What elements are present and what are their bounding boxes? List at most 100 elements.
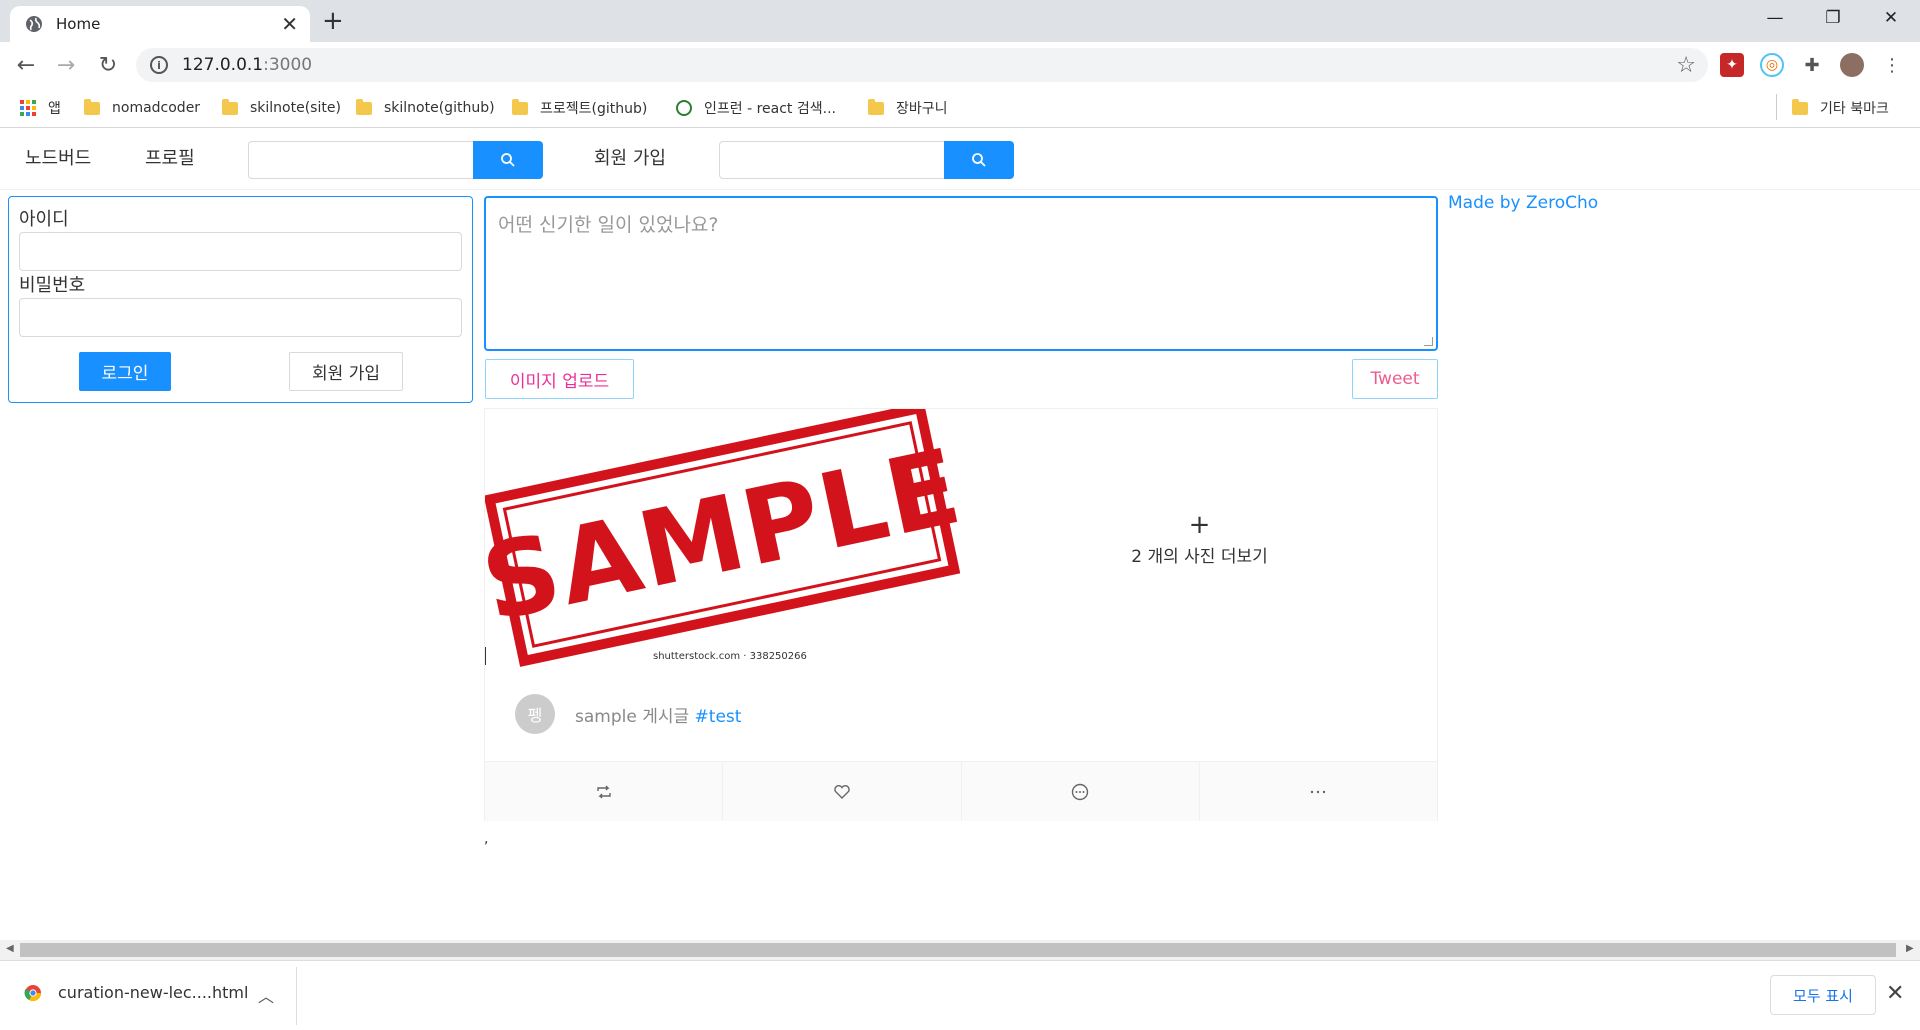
top-menu: 노드버드 프로필 회원 가입 [0,128,1920,190]
tab-strip: Home ✕ + — ❐ ✕ [0,0,1920,42]
post-image[interactable]: SAMPLE shutterstock.com · 338250266 [485,409,960,669]
menu-item-nodebird[interactable]: 노드버드 [25,144,91,170]
password-input[interactable] [19,298,462,337]
window-controls: — ❐ ✕ [1746,0,1920,36]
folder-icon [222,98,238,115]
signup-button[interactable]: 회원 가입 [289,352,403,391]
post-actions [485,761,1437,821]
search-box-1 [248,141,543,179]
search-button[interactable] [944,141,1014,179]
globe-icon [26,16,42,32]
menu-item-profile[interactable]: 프로필 [145,144,195,170]
image-watermark: shutterstock.com · 338250266 [653,651,807,662]
bookmarks-bar: 앱 nomadcoder skilnote(site) skilnote(git… [0,88,1920,128]
bookmarks-divider [1776,94,1777,120]
tweet-button[interactable]: Tweet [1352,359,1438,399]
login-button[interactable]: 로그인 [79,352,171,391]
text-cursor [485,647,486,665]
reload-icon[interactable]: ↻ [94,51,122,79]
sample-stamp: SAMPLE [485,409,960,667]
show-all-button[interactable]: 모두 표시 [1770,975,1876,1015]
retweet-button[interactable] [485,762,724,821]
bookmark-project-github[interactable]: 프로젝트(github) [512,96,647,120]
search-input[interactable] [719,141,944,179]
inflearn-icon [676,100,692,116]
profile-avatar[interactable] [1840,53,1864,77]
bookmark-inflearn[interactable]: 인프런 - react 검색... [676,96,836,120]
new-tab-icon[interactable]: + [322,8,344,34]
restore-icon[interactable]: ❐ [1804,0,1862,36]
forward-arrow-icon[interactable]: → [52,51,80,79]
download-file-name: curation-new-lec....html [58,983,249,1002]
back-arrow-icon[interactable]: ← [12,51,40,79]
post-card: SAMPLE shutterstock.com · 338250266 + 2 … [484,408,1438,821]
post-textarea[interactable]: 어떤 신기한 일이 있었나요? [484,196,1438,351]
scroll-left-icon[interactable]: ◀ [6,943,14,954]
bookmark-cart[interactable]: 장바구니 [868,96,948,120]
extension-target-icon[interactable]: ◎ [1760,53,1784,77]
menu-item-signup[interactable]: 회원 가입 [594,144,666,170]
avatar: 펭 [515,694,555,734]
folder-icon [868,98,884,115]
horizontal-scrollbar[interactable]: ◀ ▶ [0,940,1920,960]
bookmark-star-icon[interactable]: ☆ [1676,53,1696,78]
textarea-placeholder: 어떤 신기한 일이 있었나요? [498,214,719,236]
more-button[interactable] [1200,762,1437,821]
search-icon [972,153,986,167]
search-button[interactable] [473,141,543,179]
like-button[interactable] [723,762,962,821]
trailing-text: , [484,831,489,847]
bookmark-apps[interactable]: 앱 [20,96,61,120]
extension-red-icon[interactable]: ✦ [1720,53,1744,77]
chevron-up-icon[interactable]: ︿ [258,983,274,1007]
bookmark-skilnote-site[interactable]: skilnote(site) [222,96,341,120]
info-icon[interactable]: i [150,56,168,74]
minimize-icon[interactable]: — [1746,0,1804,36]
bookmark-skilnote-github[interactable]: skilnote(github) [356,96,495,120]
url-text: 127.0.0.1:3000 [182,55,313,75]
login-form: 아이디 비밀번호 로그인 회원 가입 [8,196,473,403]
folder-icon [512,98,528,115]
browser-tab[interactable]: Home ✕ [10,6,310,42]
extensions-puzzle-icon[interactable]: ✚ [1800,53,1824,77]
made-by-link[interactable]: Made by ZeroCho [1448,193,1598,213]
resize-handle[interactable] [1424,337,1433,346]
menu-kebab-icon[interactable]: ⋮ [1880,53,1904,77]
message-icon [1071,783,1089,800]
bookmark-nomadcoder[interactable]: nomadcoder [84,96,200,120]
download-divider [296,967,297,1025]
folder-icon [1792,98,1808,115]
post-content: sample 게시글 #test [575,707,742,727]
search-box-2 [719,141,1014,179]
retweet-icon [596,785,611,798]
id-label: 아이디 [19,209,69,230]
hashtag-link[interactable]: #test [695,707,742,727]
folder-icon [84,98,100,115]
image-upload-button[interactable]: 이미지 업로드 [485,359,634,399]
bookmark-other[interactable]: 기타 북마크 [1792,96,1889,120]
chrome-icon [24,984,42,1001]
heart-icon [834,784,850,799]
more-photos-label: 2 개의 사진 더보기 [1131,546,1268,567]
scroll-right-icon[interactable]: ▶ [1906,943,1914,954]
ellipsis-icon [1311,790,1326,793]
download-bar: curation-new-lec....html ︿ 모두 표시 ✕ [0,960,1920,1030]
window-close-icon[interactable]: ✕ [1862,0,1920,36]
tab-title: Home [56,15,101,33]
search-icon [501,153,515,167]
download-item[interactable]: curation-new-lec....html [24,983,248,1002]
plus-icon: + [1188,509,1211,540]
address-bar[interactable]: i 127.0.0.1:3000 ☆ [136,48,1708,82]
comment-button[interactable] [962,762,1200,821]
scrollbar-thumb[interactable] [20,943,1896,957]
close-downloads-icon[interactable]: ✕ [1886,981,1904,1006]
password-label: 비밀번호 [19,275,86,296]
page-content: 노드버드 프로필 회원 가입 아이디 비밀번호 로그인 회원 가입 어떤 신기한… [0,128,1920,940]
more-photos-button[interactable]: + 2 개의 사진 더보기 [960,409,1439,669]
close-tab-icon[interactable]: ✕ [281,12,298,36]
apps-grid-icon [20,100,36,116]
search-input[interactable] [248,141,473,179]
id-input[interactable] [19,232,462,271]
browser-toolbar: ← → ↻ i 127.0.0.1:3000 ☆ ✦ ◎ ✚ ⋮ [0,42,1920,88]
folder-icon [356,98,372,115]
